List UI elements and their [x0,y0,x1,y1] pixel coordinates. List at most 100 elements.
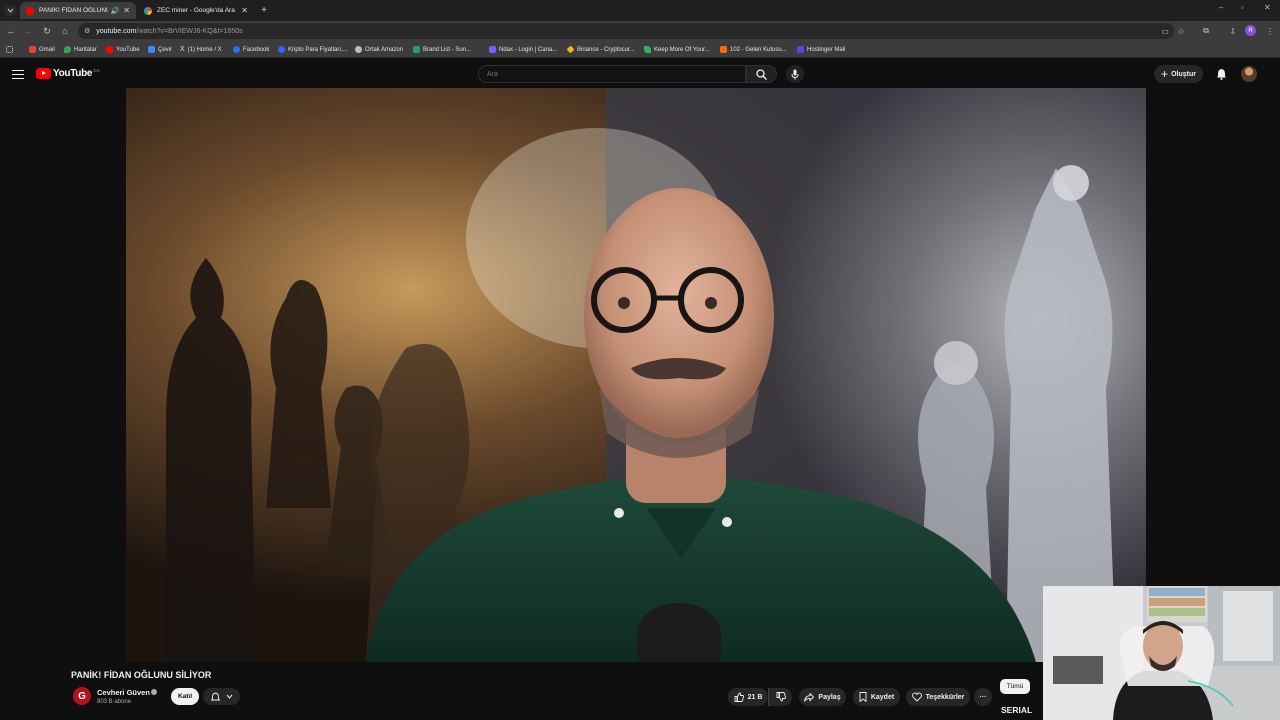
youtube-header: YouTube CA + Oluştur [0,60,1280,88]
share-button[interactable]: Paylaş [799,688,846,706]
video-title: PANİK! FİDAN OĞLUNU SİLİYOR [71,670,212,680]
tab-title: PANİK! FİDAN OĞLUNU Sİ [39,7,108,14]
bookmark-brand-list[interactable]: Brand List - Sun... [413,44,471,55]
bell-icon [1216,69,1226,80]
voice-search-button[interactable] [786,65,804,83]
tab-youtube[interactable]: PANİK! FİDAN OĞLUNU Sİ 🔊 ✕ [20,2,136,19]
thanks-button[interactable]: Teşekkürler [906,688,970,706]
bookmark-label: Brand List - Sun... [423,46,472,53]
extensions-icon[interactable]: ⧉ [1200,25,1212,37]
browser-menu-icon[interactable]: ⋮ [1264,25,1276,37]
reload-icon[interactable]: ↻ [40,24,54,38]
address-host: youtube.com [96,27,137,35]
search-input[interactable] [478,65,746,83]
facebook-icon [233,46,240,53]
bookmark-hostinger[interactable]: Hostinger Mail [797,44,845,55]
sidebar-video-title[interactable]: SERIAL [1001,705,1032,715]
hostinger-icon [797,46,804,53]
bookmark-translate[interactable]: Çevir [148,44,172,55]
download-icon[interactable]: ⇩ [1227,25,1239,37]
bookmarks-bar: Gmail Haritalar YouTube Çevir X (1) Home … [0,41,1280,58]
minimize-icon[interactable]: – [1219,3,1223,12]
x-icon: X [180,46,185,53]
coin-icon [278,46,285,53]
gmail-icon [29,46,36,53]
bookmark-label: Gmail [39,46,55,53]
bookmark-label: Kripto Para Fiyatları,... [288,46,348,53]
bookmark-keep-more[interactable]: Keep More Of Your... [644,44,710,55]
bookmark-binance[interactable]: Binance - Cryptocur... [566,44,635,55]
youtube-play-icon [36,68,51,79]
youtube-icon [106,46,113,53]
dislike-button[interactable] [768,688,792,706]
chip-all[interactable]: Tümü [1000,679,1030,694]
plus-icon: + [1161,67,1169,81]
bookmark-label: Binance - Cryptocur... [577,46,635,53]
bookmark-x[interactable]: X (1) Home / X [180,44,222,55]
chevron-down-icon [7,8,13,13]
tab-title: ZEC miner - Google'da Ara [157,7,235,14]
chevron-down-icon [226,694,232,699]
speaker-icon[interactable]: 🔊 [111,7,120,15]
bookmark-label: Keep More Of Your... [654,46,710,53]
apps-icon[interactable] [6,44,16,55]
address-bar[interactable]: ⚙ youtube.com/watch?v=BrVIEWJ6-KQ&t=1650… [78,23,1174,39]
search-button[interactable] [746,65,777,83]
thanks-label: Teşekkürler [925,693,965,701]
browser-toolbar: ← → ↻ ⌂ ⚙ youtube.com/watch?v=BrVIEWJ6-K… [0,21,1280,41]
close-tab-icon[interactable]: ✕ [123,6,130,15]
share-label: Paylaş [818,693,841,701]
home-icon[interactable]: ⌂ [58,24,72,38]
cast-icon[interactable]: ▭ [1159,25,1171,37]
video-player[interactable] [126,88,1146,662]
tab-search-button[interactable] [4,5,16,16]
like-button[interactable]: 21 B [728,688,768,706]
channel-name[interactable]: Cevheri Güven [97,688,150,697]
save-label: Kaydet [870,693,895,701]
subscriber-count: 803 B abone [97,699,132,705]
like-count: 21 B [747,693,763,701]
more-actions-button[interactable]: ··· [974,688,992,706]
bookmark-label: YouTube [116,46,140,53]
bookmark-coinmarketcap[interactable]: Kripto Para Fiyatları,... [278,44,348,55]
join-button[interactable]: Katıl [171,688,199,705]
globe-icon [355,46,362,53]
bookmark-facebook[interactable]: Facebook [233,44,269,55]
bookmark-star-icon[interactable]: ☆ [1175,25,1187,37]
verified-badge-icon [151,689,157,695]
subscription-bell-button[interactable] [203,688,240,705]
hamburger-menu-icon[interactable] [11,67,25,81]
notifications-button[interactable] [1213,66,1229,82]
close-window-icon[interactable]: ✕ [1264,3,1271,12]
bookmark-youtube[interactable]: YouTube [106,44,140,55]
profile-icon[interactable]: R [1245,25,1256,36]
bookmark-ndax[interactable]: Ndax - Login | Cana... [489,44,557,55]
thumbs-down-icon [776,692,786,702]
bookmark-amazon[interactable]: Ortak Amazon [355,44,403,55]
close-tab-icon[interactable]: ✕ [241,6,248,15]
account-avatar[interactable] [1241,66,1257,82]
bookmark-label: Facebook [243,46,270,53]
tab-google-search[interactable]: ZEC miner - Google'da Ara ✕ [138,2,254,19]
bookmark-gmail[interactable]: Gmail [29,44,55,55]
bookmark-mail[interactable]: 102 - Gelen Kutusu... [720,44,787,55]
thanks-heart-icon [911,692,922,702]
bookmark-label: Haritalar [74,46,97,53]
thumbs-up-icon [734,692,744,702]
maximize-icon[interactable]: ▫ [1241,3,1244,12]
channel-avatar[interactable]: G [73,687,91,705]
new-tab-button[interactable]: + [256,2,272,19]
site-info-icon[interactable]: ⚙ [84,27,90,35]
back-icon[interactable]: ← [4,24,18,38]
create-button[interactable]: + Oluştur [1154,65,1203,83]
bookmark-label: Ortak Amazon [365,46,404,53]
video-frame [126,88,1146,662]
youtube-logo[interactable]: YouTube CA [36,68,99,79]
bell-icon [210,692,220,700]
bookmark-label: (1) Home / X [187,46,222,53]
save-button[interactable]: Kaydet [853,688,900,706]
bookmark-maps[interactable]: Haritalar [64,44,97,55]
google-favicon-icon [144,6,152,15]
webcam-overlay [1043,586,1280,720]
forward-icon[interactable]: → [21,24,35,38]
